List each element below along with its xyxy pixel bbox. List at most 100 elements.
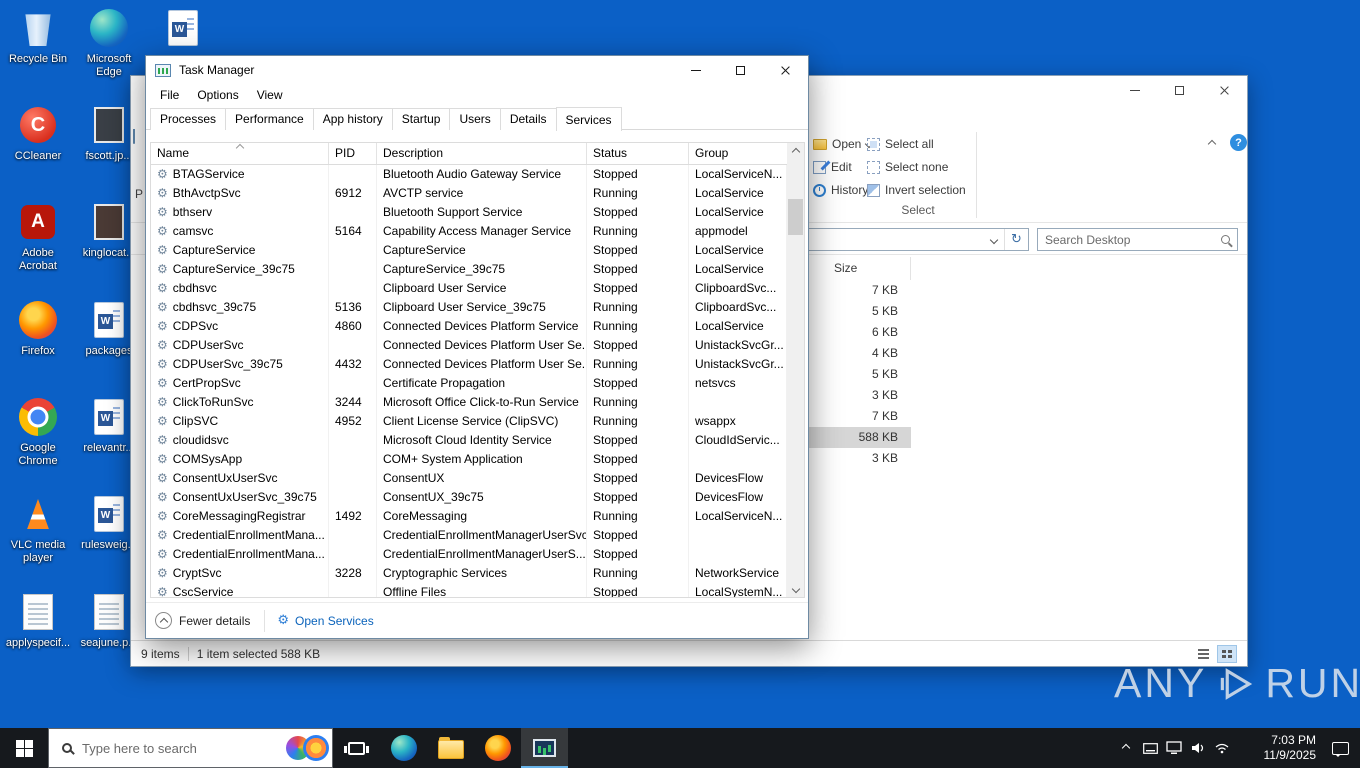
taskbar-explorer-button[interactable]: [427, 728, 474, 768]
search-highlight-icons[interactable]: [286, 735, 329, 761]
taskbar-firefox-button[interactable]: [474, 728, 521, 768]
history-button[interactable]: History: [813, 181, 872, 199]
service-row-bthserv[interactable]: ⚙ bthserv Bluetooth Support Service Stopped…: [151, 203, 787, 222]
menu-view[interactable]: View: [248, 86, 292, 104]
service-row-cbdhsvc-39c75[interactable]: ⚙ cbdhsvc_39c75 5136 Clipboard User Service…: [151, 298, 787, 317]
open-button[interactable]: Open: [813, 135, 874, 153]
taskbar-search[interactable]: [48, 728, 333, 768]
tab-processes[interactable]: Processes: [150, 108, 227, 130]
file-row[interactable]: 5 KB: [807, 364, 911, 385]
fewer-details-button[interactable]: Fewer details: [155, 612, 250, 629]
tm-minimize-button[interactable]: [673, 56, 718, 84]
taskbar-edge-button[interactable]: [380, 728, 427, 768]
action-center-button[interactable]: [1320, 728, 1360, 768]
scrollbar-thumb[interactable]: [788, 199, 803, 235]
file-row[interactable]: 7 KB: [807, 406, 911, 427]
vertical-scrollbar[interactable]: [787, 143, 804, 597]
service-row-cdpsvc[interactable]: ⚙ CDPSvc 4860 Connected Devices Platform Se…: [151, 317, 787, 336]
service-row-cdpusersvc[interactable]: ⚙ CDPUserSvc Connected Devices Platform Us…: [151, 336, 787, 355]
large-icons-view-button[interactable]: [1217, 644, 1237, 663]
service-row-consentuxusersvc-39c75[interactable]: ⚙ ConsentUxUserSvc_39c75 ConsentUX_39c75 St…: [151, 488, 787, 507]
start-button[interactable]: [0, 728, 48, 768]
service-row-captureservice-39c75[interactable]: ⚙ CaptureService_39c75 CaptureService_39c7…: [151, 260, 787, 279]
tab-services[interactable]: Services: [555, 107, 622, 131]
service-row-cdpusersvc-39c75[interactable]: ⚙ CDPUserSvc_39c75 4432 Connected Devices P…: [151, 355, 787, 374]
desktop-icon-firefox[interactable]: Firefox: [3, 298, 73, 358]
desktop-icon-ccleaner[interactable]: CCleaner: [3, 103, 73, 163]
ribbon-collapse-button[interactable]: [1201, 136, 1223, 152]
tray-network-button[interactable]: [1210, 728, 1234, 768]
taskbar-clock[interactable]: 7:03 PM 11/9/2025: [1234, 728, 1320, 768]
desktop-icon-google-chrome[interactable]: Google Chrome: [3, 395, 73, 468]
invert-selection-button[interactable]: Invert selection: [867, 181, 966, 199]
file-row[interactable]: 3 KB: [807, 448, 911, 469]
open-services-link[interactable]: ⚙ Open Services: [277, 613, 373, 628]
file-row[interactable]: 7 KB: [807, 280, 911, 301]
help-button[interactable]: ?: [1230, 134, 1247, 151]
desktop-icon-microsoft-edge[interactable]: Microsoft Edge: [74, 6, 144, 79]
desktop-icon-label: Firefox: [21, 345, 55, 357]
address-dropdown-button[interactable]: [984, 235, 1004, 244]
column-header-description[interactable]: Description: [377, 143, 587, 164]
service-row-cloudidsvc[interactable]: ⚙ cloudidsvc Microsoft Cloud Identity Serv…: [151, 431, 787, 450]
tm-close-button[interactable]: [763, 56, 808, 84]
service-row-captureservice[interactable]: ⚙ CaptureService CaptureService Stopped Loca…: [151, 241, 787, 260]
taskbar-search-input[interactable]: [82, 740, 276, 756]
explorer-search-input[interactable]: [1045, 232, 1215, 247]
desktop-icon-adobe-acrobat[interactable]: Adobe Acrobat: [3, 200, 73, 273]
service-row-cbdhsvc[interactable]: ⚙ cbdhsvc Clipboard User Service Stopped Cli…: [151, 279, 787, 298]
file-row[interactable]: 588 KB: [807, 427, 911, 448]
desktop-icon-document[interactable]: [148, 6, 218, 53]
tab-users[interactable]: Users: [449, 108, 501, 130]
details-view-button[interactable]: [1193, 645, 1213, 663]
service-row-cscservice[interactable]: ⚙ CscService Offline Files Stopped LocalSyst…: [151, 583, 787, 597]
desktop-icon-recycle-bin[interactable]: Recycle Bin: [3, 6, 73, 66]
hidden-icons-button[interactable]: [1114, 728, 1138, 768]
service-row-bthavctpsvc[interactable]: ⚙ BthAvctpSvc 6912 AVCTP service Running Loca…: [151, 184, 787, 203]
tm-maximize-button[interactable]: [718, 56, 763, 84]
column-header-pid[interactable]: PID: [329, 143, 377, 164]
select-all-button[interactable]: Select all: [867, 135, 966, 153]
file-row[interactable]: 3 KB: [807, 385, 911, 406]
explorer-maximize-button[interactable]: [1157, 76, 1202, 104]
service-row-cryptsvc[interactable]: ⚙ CryptSvc 3228 Cryptographic Services Runni…: [151, 564, 787, 583]
tray-display-button[interactable]: [1162, 728, 1186, 768]
tab-app-history[interactable]: App history: [312, 108, 393, 130]
tray-keyboard-button[interactable]: [1138, 728, 1162, 768]
column-header-status[interactable]: Status: [587, 143, 689, 164]
desktop-icon-vlc-media-player[interactable]: VLC media player: [3, 492, 73, 565]
service-row-comsysapp[interactable]: ⚙ COMSysApp COM+ System Application Stopped: [151, 450, 787, 469]
service-row-clipsvc[interactable]: ⚙ ClipSVC 4952 Client License Service (Clip…: [151, 412, 787, 431]
tray-volume-button[interactable]: [1186, 728, 1210, 768]
file-row[interactable]: 5 KB: [807, 301, 911, 322]
desktop-icon-applyspecif[interactable]: applyspecif...: [3, 590, 73, 650]
edit-button[interactable]: Edit: [813, 158, 872, 176]
tab-startup[interactable]: Startup: [391, 108, 451, 130]
service-row-camsvc[interactable]: ⚙ camsvc 5164 Capability Access Manager Ser…: [151, 222, 787, 241]
service-row-clicktorunsvc[interactable]: ⚙ ClickToRunSvc 3244 Microsoft Office Click…: [151, 393, 787, 412]
service-row-consentuxusersvc[interactable]: ⚙ ConsentUxUserSvc ConsentUX Stopped Devices…: [151, 469, 787, 488]
file-row[interactable]: 6 KB: [807, 322, 911, 343]
tab-details[interactable]: Details: [499, 108, 557, 130]
menu-options[interactable]: Options: [188, 86, 247, 104]
file-row[interactable]: 4 KB: [807, 343, 911, 364]
service-row-certpropsvc[interactable]: ⚙ CertPropSvc Certificate Propagation Stopp…: [151, 374, 787, 393]
explorer-minimize-button[interactable]: [1112, 76, 1157, 104]
service-row-credentialenrollmentmana[interactable]: ⚙ CredentialEnrollmentMana... CredentialEn…: [151, 545, 787, 564]
task-view-button[interactable]: [333, 728, 380, 768]
service-row-coremessagingregistrar[interactable]: ⚙ CoreMessagingRegistrar 1492 CoreMessaging…: [151, 507, 787, 526]
scroll-down-button[interactable]: [787, 580, 804, 597]
explorer-file-pane: Size 7 KB 5 KB 6 KB 4 KB 5 KB 3 KB 7 KB 588 KB 3…: [807, 257, 911, 469]
column-header-size[interactable]: Size: [807, 257, 911, 280]
menu-file[interactable]: File: [151, 86, 188, 104]
explorer-search-box[interactable]: [1037, 228, 1238, 251]
service-row-credentialenrollmentmana[interactable]: ⚙ CredentialEnrollmentMana... CredentialEn…: [151, 526, 787, 545]
scroll-up-button[interactable]: [787, 143, 804, 160]
taskbar-task-manager-button[interactable]: [521, 728, 568, 768]
column-header-name[interactable]: Name: [151, 143, 329, 164]
tab-performance[interactable]: Performance: [225, 108, 314, 130]
explorer-close-button[interactable]: [1202, 76, 1247, 104]
select-none-button[interactable]: Select none: [867, 158, 966, 176]
service-row-btagservice[interactable]: ⚙ BTAGService Bluetooth Audio Gateway Serv…: [151, 165, 787, 184]
refresh-button[interactable]: [1004, 229, 1028, 250]
